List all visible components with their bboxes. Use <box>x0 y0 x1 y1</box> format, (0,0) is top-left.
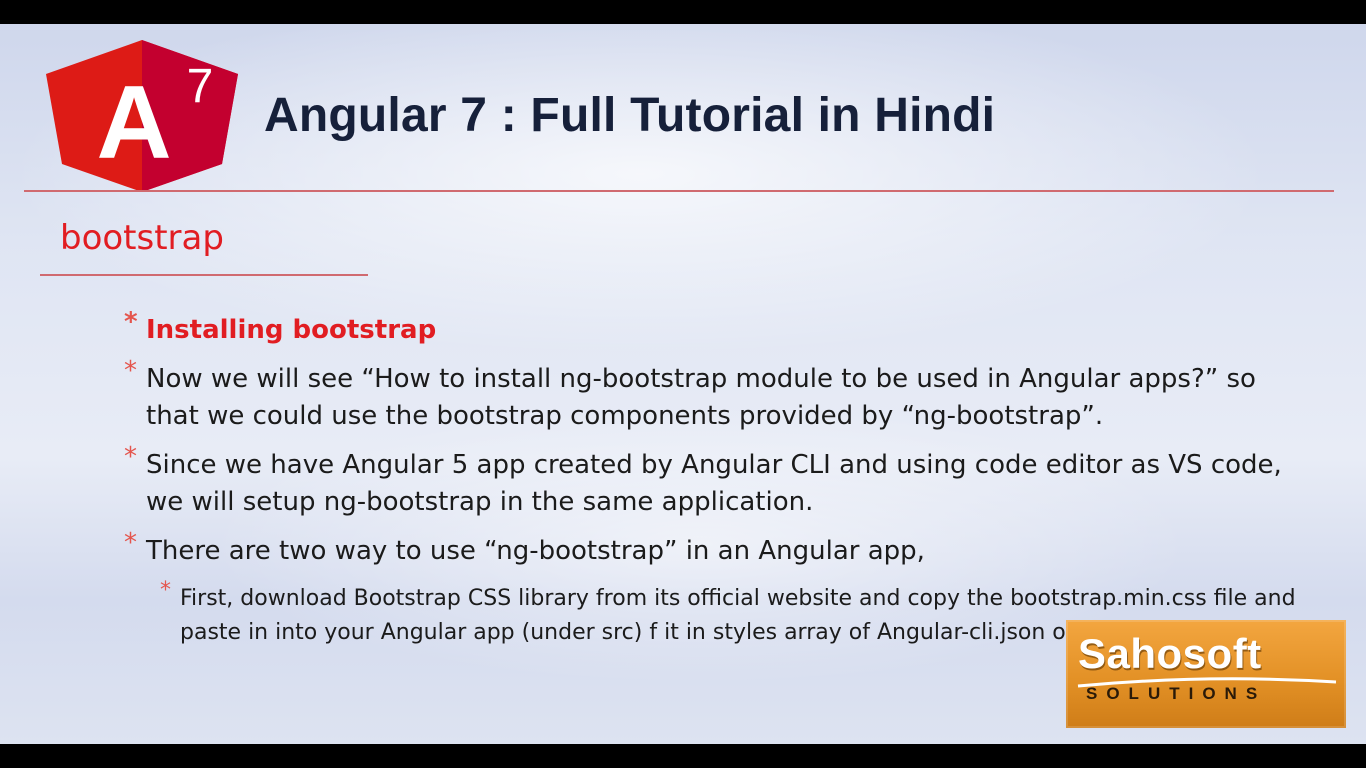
bullet-text: There are two way to use “ng-bootstrap” … <box>146 536 925 566</box>
bullet-text: Installing bootstrap <box>146 315 437 345</box>
bullet-item: * Now we will see “How to install ng-boo… <box>124 356 1314 435</box>
logo-letter: A <box>96 65 171 181</box>
asterisk-icon: * <box>124 442 137 472</box>
slide-title: Angular 7 : Full Tutorial in Hindi <box>264 89 996 142</box>
video-frame: A 7 Angular 7 : Full Tutorial in Hindi b… <box>0 0 1366 768</box>
bullet-list: * Installing bootstrap * Now we will see… <box>124 307 1314 662</box>
sahosoft-watermark: Sahosoft SOLUTIONS <box>1066 620 1346 728</box>
asterisk-icon: * <box>124 356 137 386</box>
asterisk-icon: * <box>124 307 138 337</box>
bullet-text: Now we will see “How to install ng-boots… <box>146 364 1256 431</box>
bullet-text: Since we have Angular 5 app created by A… <box>146 450 1282 517</box>
logo-version: 7 <box>187 60 214 113</box>
section-divider <box>40 274 368 276</box>
watermark-name: Sahosoft <box>1078 630 1262 677</box>
asterisk-icon: * <box>124 528 137 558</box>
section-heading: bootstrap <box>60 218 224 258</box>
angular-7-logo-icon: A 7 <box>46 40 238 192</box>
bullet-item: * There are two way to use “ng-bootstrap… <box>124 528 1314 570</box>
presentation-slide: A 7 Angular 7 : Full Tutorial in Hindi b… <box>0 24 1366 744</box>
asterisk-icon: * <box>160 578 171 603</box>
title-divider <box>24 190 1334 192</box>
bullet-item: * Installing bootstrap <box>124 307 1314 349</box>
watermark-tagline: SOLUTIONS <box>1086 684 1267 703</box>
bullet-item: * Since we have Angular 5 app created by… <box>124 442 1314 521</box>
